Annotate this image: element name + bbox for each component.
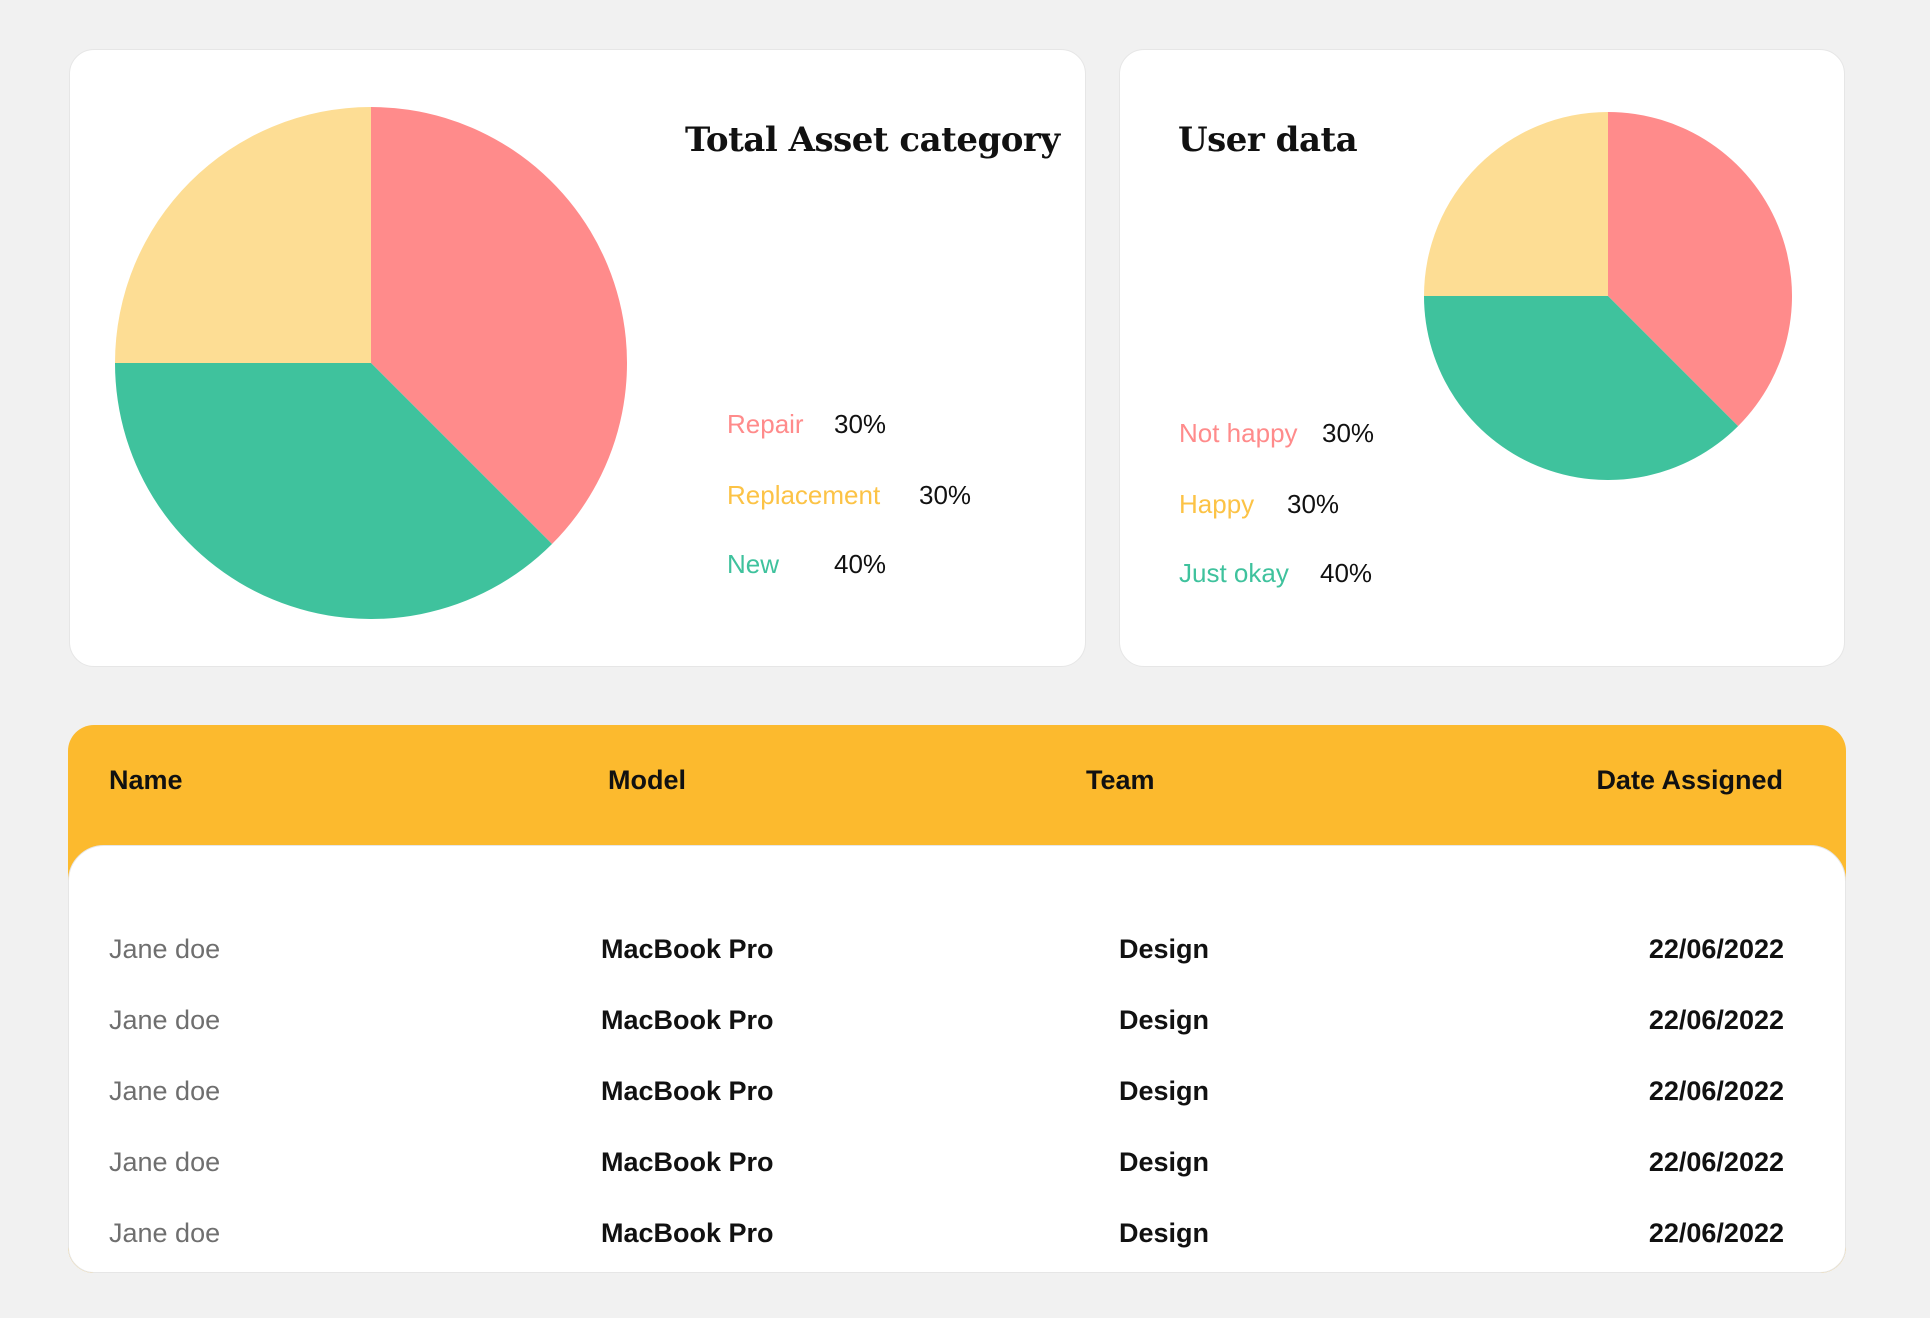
legend-label: New — [727, 549, 780, 579]
cell-model: MacBook Pro — [601, 1076, 774, 1106]
cell-model: MacBook Pro — [601, 934, 774, 964]
legend-label: Replacement — [727, 480, 881, 510]
legend-value: 40% — [1320, 558, 1373, 588]
cell-date-assigned: 22/06/2022 — [1648, 1005, 1784, 1035]
legend-value: 30% — [919, 480, 972, 510]
cell-team: Design — [1119, 1147, 1210, 1177]
legend-value: 30% — [1287, 489, 1340, 519]
cell-team: Design — [1119, 1005, 1210, 1035]
asset-assignment-table: Name Model Team Date Assigned Jane doe M… — [68, 725, 1846, 1273]
legend-value: 30% — [1322, 418, 1375, 448]
table-row[interactable]: Jane doe MacBook Pro Design 22/06/2022 — [69, 1213, 1845, 1253]
table-body: Jane doe MacBook Pro Design 22/06/2022 J… — [68, 845, 1846, 1273]
legend-label: Happy — [1179, 489, 1255, 519]
table-row[interactable]: Jane doe MacBook Pro Design 22/06/2022 — [69, 1000, 1845, 1040]
cell-model: MacBook Pro — [601, 1147, 774, 1177]
asset-category-pie-chart — [115, 107, 627, 619]
cell-date-assigned: 22/06/2022 — [1648, 1147, 1784, 1177]
user-data-card: User data Not happy 30% Happy 30% Just o… — [1119, 49, 1845, 667]
asset-category-title: Total Asset category — [685, 120, 1060, 160]
legend-value: 30% — [834, 409, 887, 439]
table-row[interactable]: Jane doe MacBook Pro Design 22/06/2022 — [69, 929, 1845, 969]
user-data-title: User data — [1178, 120, 1358, 160]
cell-model: MacBook Pro — [601, 1218, 774, 1248]
cell-date-assigned: 22/06/2022 — [1648, 1076, 1784, 1106]
legend-label: Not happy — [1179, 418, 1298, 448]
cell-date-assigned: 22/06/2022 — [1648, 1218, 1784, 1248]
column-header-model[interactable]: Model — [608, 765, 686, 796]
asset-category-card: Total Asset category Repair 30% Replacem… — [69, 49, 1086, 667]
column-header-date-assigned[interactable]: Date Assigned — [1596, 765, 1783, 796]
table-row[interactable]: Jane doe MacBook Pro Design 22/06/2022 — [69, 1142, 1845, 1182]
cell-name: Jane doe — [109, 1218, 221, 1248]
pie-slice-replacement — [115, 107, 371, 363]
cell-team: Design — [1119, 1076, 1210, 1106]
cell-name: Jane doe — [109, 1005, 221, 1035]
legend-label: Repair — [727, 409, 804, 439]
legend-value: 40% — [834, 549, 887, 579]
cell-team: Design — [1119, 934, 1210, 964]
cell-team: Design — [1119, 1218, 1210, 1248]
table-header: Name Model Team Date Assigned — [68, 725, 1846, 847]
table-row[interactable]: Jane doe MacBook Pro Design 22/06/2022 — [69, 1071, 1845, 1111]
cell-model: MacBook Pro — [601, 1005, 774, 1035]
column-header-team[interactable]: Team — [1086, 765, 1155, 796]
pie-slice-happy — [1424, 112, 1608, 296]
cell-name: Jane doe — [109, 1076, 221, 1106]
cell-name: Jane doe — [109, 934, 221, 964]
cell-date-assigned: 22/06/2022 — [1648, 934, 1784, 964]
column-header-name[interactable]: Name — [109, 765, 183, 796]
user-data-pie-chart — [1424, 112, 1792, 480]
legend-label: Just okay — [1179, 558, 1289, 588]
cell-name: Jane doe — [109, 1147, 221, 1177]
